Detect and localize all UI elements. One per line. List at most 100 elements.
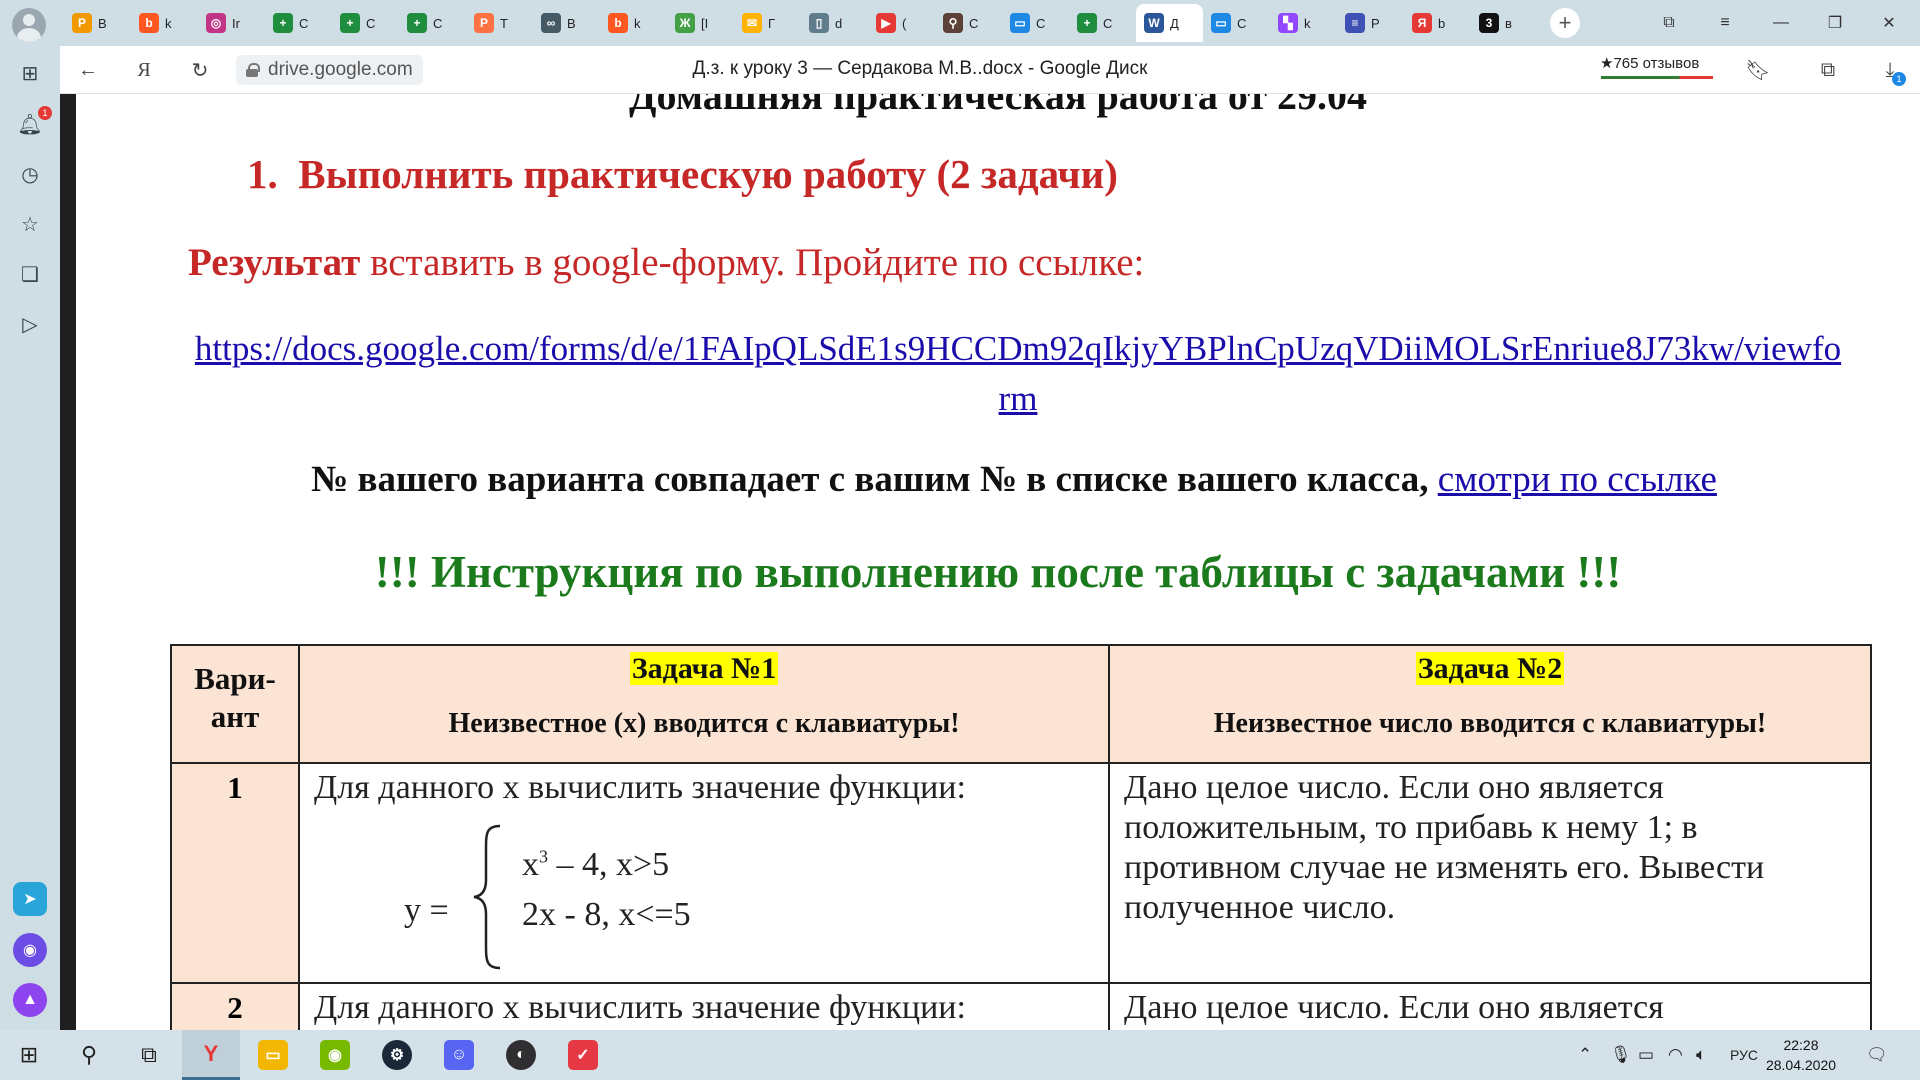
tab-title: C [969,15,979,31]
services-grid-icon[interactable]: ⊞ [14,57,46,89]
browser-tab[interactable]: ▯ d [801,4,868,42]
browser-tab[interactable]: ⚲ C [935,4,1002,42]
reload-icon[interactable]: ↻ [186,56,214,84]
colorful-logo-icon: Ж [675,13,695,33]
browser-tab[interactable]: Ж [I [667,4,734,42]
tab-title: P [1371,15,1380,31]
tab-title: k [165,15,172,31]
browser-tab[interactable]: ▚ k [1270,4,1337,42]
browser-tab[interactable]: WД [1136,4,1203,42]
browser-tab[interactable]: ▭ C [1203,4,1270,42]
tray-chevron-icon[interactable]: ⌃ [1578,1045,1592,1065]
alice-app-icon[interactable]: ◉ [13,933,47,967]
app-red-icon[interactable]: ✓ [554,1030,612,1080]
browser-tab[interactable]: + C [399,4,466,42]
browser-tab[interactable]: PB [64,4,131,42]
google-sheets-icon: + [1077,13,1097,33]
browser-tab[interactable]: ≡ P [1337,4,1404,42]
browser-tab[interactable]: bk [131,4,198,42]
back-arrow-icon[interactable]: ← [74,56,102,84]
task-1-subtitle: Неизвестное (x) вводится с клавиатуры! [448,708,960,739]
result-instruction: Результат вставить в google-форму. Пройд… [188,240,1144,285]
class-list-link[interactable]: смотри по ссылке [1438,459,1717,500]
steam-icon[interactable]: ⚙ [368,1030,426,1080]
bookmarks-star-icon[interactable]: ☆ [14,208,46,240]
obs-icon[interactable]: ◐ [492,1030,550,1080]
history-clock-icon[interactable]: ◷ [14,158,46,190]
video-play-icon[interactable]: ▷ [14,308,46,340]
tabs-overview-icon[interactable]: ⧉ [1646,8,1692,38]
task-2-title: Задача №2 [1415,652,1565,685]
microphone-icon[interactable]: 🎙︎ [1610,1045,1632,1065]
bookmark-icon[interactable]: 🔖︎ [1744,56,1772,84]
browser-tab[interactable]: + C [332,4,399,42]
close-icon[interactable]: ✕ [1866,8,1912,38]
browser-tab[interactable]: + C [1069,4,1136,42]
browser-tab[interactable]: ◎ Ir [198,4,265,42]
document-viewer[interactable]: Домашняя практическая работа от 29.04 1.… [60,94,1920,1030]
action-center-icon[interactable]: 🗨︎ [1866,1045,1888,1065]
new-tab-plus-icon[interactable]: + [1550,8,1580,38]
file-explorer-icon[interactable]: ▭ [244,1030,302,1080]
babki-icon: b [139,13,159,33]
browser-tab[interactable]: ✉ Г [734,4,801,42]
tab-title: C [1036,15,1046,31]
windows-taskbar: ⊞ ⚲ ⧉ Y ▭ ◉ ⚙ ☺ ◐ ✓ ⌃ 🎙︎ ▭ ◠ 🔈︎ РУС 22:2… [0,1030,1920,1080]
menu-icon[interactable]: ≡ [1702,8,1748,38]
discord-icon[interactable]: ☺ [430,1030,488,1080]
nvidia-icon[interactable]: ◉ [306,1030,364,1080]
battery-icon[interactable]: ▭ [1638,1045,1654,1065]
browser-tab[interactable]: bk [600,4,667,42]
reviews-rating[interactable]: ★765 отзывов [1600,54,1699,72]
system-clock[interactable]: 22:28 28.04.2020 [1756,1035,1846,1075]
task-1-text: Для данного x вычислить значение функции… [314,989,966,1026]
browser-sidebar: ⊞ 🔔︎ 1 ◷ ☆ ❏ ▷ ➤ ◉ ▲ [0,46,60,1030]
tab-title: C [433,15,443,31]
windows-start-icon[interactable]: ⊞ [0,1030,58,1080]
word-document-icon: W [1144,13,1164,33]
variant-number: 2 [170,982,300,1030]
browser-tab[interactable]: ∞ B [533,4,600,42]
browser-tab[interactable]: Яb [1404,4,1471,42]
tab-title: [I [701,15,709,31]
rating-bar [1601,76,1713,79]
network-icon[interactable]: ◠ [1668,1045,1683,1065]
column-header-task-2: Задача №2 Неизвестное число вводится с к… [1108,644,1872,764]
collections-icon[interactable]: ❏ [14,258,46,290]
language-indicator[interactable]: РУС [1730,1047,1758,1063]
viewer-left-edge [60,94,76,1030]
formula-y: y = [404,892,449,929]
google-form-link-text[interactable]: https://docs.google.com/forms/d/e/1FAIpQ… [195,329,1841,418]
send-app-icon[interactable]: ➤ [13,882,47,916]
browser-tab[interactable]: + C [265,4,332,42]
restore-icon[interactable]: ❐ [1812,8,1858,38]
google-form-link[interactable]: https://docs.google.com/forms/d/e/1FAIpQ… [190,324,1846,424]
tab-title: T [500,15,508,31]
task-view-icon[interactable]: ⧉ [120,1030,178,1080]
assistant-app-icon[interactable]: ▲ [13,983,47,1017]
variant-number: 1 [170,762,300,984]
yandex-home-icon[interactable]: Я [130,56,158,84]
result-text: вставить в google-форму. Пройдите по ссы… [360,241,1145,284]
browser-tab[interactable]: 3в [1471,4,1538,42]
p-brand-icon: P [474,13,494,33]
task-1-title: Задача №1 [629,652,779,685]
chat-bubble-icon: ▭ [1010,13,1030,33]
search-icon[interactable]: ⚲ [60,1030,118,1080]
google-sheets-icon: + [340,13,360,33]
result-bold-label: Результат [188,241,361,284]
table-row: 2 Для данного x вычислить значение функц… [170,982,1872,1030]
reader-mode-icon[interactable]: ⧉ [1814,56,1842,84]
browser-tab[interactable]: PT [466,4,533,42]
babki-icon: b [608,13,628,33]
minimize-icon[interactable]: — [1758,8,1804,38]
search-magnifier-icon: ⚲ [943,13,963,33]
profile-avatar-icon[interactable] [12,8,46,42]
volume-icon[interactable]: 🔈︎ [1696,1045,1706,1065]
browser-tab[interactable]: ▶( [868,4,935,42]
tab-title: d [835,15,843,31]
browser-tab[interactable]: ▭ C [1002,4,1069,42]
yandex-browser-taskbar-icon[interactable]: Y [182,1030,240,1080]
clock-time: 22:28 [1783,1037,1819,1053]
tab-title: C [299,15,309,31]
